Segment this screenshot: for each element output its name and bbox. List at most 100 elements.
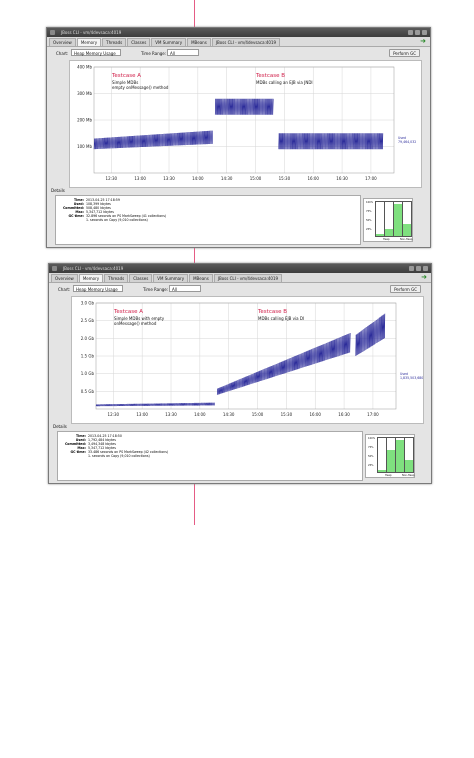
chart-label: Chart: xyxy=(56,51,69,56)
pool-label-non-heap: Non-Heap xyxy=(400,238,413,241)
x-tick-label: 17:00 xyxy=(365,176,377,181)
tab-jboss-cli[interactable]: JBoss CLI - vm/4devsaca:4019 xyxy=(211,38,281,46)
x-tick-label: 13:30 xyxy=(163,176,175,181)
tab-overview[interactable]: Overview xyxy=(51,274,78,282)
pool-fill xyxy=(378,470,386,472)
y-tick-label: 400 Mb xyxy=(77,65,92,70)
tab-overview[interactable]: Overview xyxy=(49,38,76,46)
window-titlebar: JBoss CLI - vm/4devsaca:4019 xyxy=(49,264,431,273)
detail-row-gc-time-2: 1. seconds on Copy (9,010 collections) xyxy=(86,218,148,222)
heap-chart: 100 Mb 200 Mb 300 Mb 400 Mb 12:30 13:00 13:30 1… xyxy=(69,60,422,188)
pool-label-heap: Heap xyxy=(385,474,392,477)
annotation-title: Testcase B xyxy=(257,309,287,315)
x-tick-label: 16:30 xyxy=(338,412,350,417)
perform-gc-button[interactable]: Perform GC xyxy=(389,49,420,57)
pool-fill xyxy=(394,203,402,236)
x-tick-label: 16:30 xyxy=(336,176,348,181)
y-tick-label: 3.0 Gb xyxy=(81,301,95,306)
y-tick-label: 300 Mb xyxy=(77,91,92,96)
pool-bar-non-heap[interactable] xyxy=(402,201,412,237)
y-tick-label: 200 Mb xyxy=(77,118,92,123)
tab-threads[interactable]: Threads xyxy=(104,274,129,282)
x-tick-label: 13:30 xyxy=(165,412,177,417)
perform-gc-button[interactable]: Perform GC xyxy=(390,285,421,293)
details-panel: Time: 2013-04-25 17:18:50 Used: 1,792,484 … xyxy=(57,431,363,481)
time-range-select[interactable]: All xyxy=(167,49,199,56)
tab-jboss-cli[interactable]: JBoss CLI - vm/4devsaca:4019 xyxy=(213,274,283,282)
x-tick-label: 15:30 xyxy=(279,176,291,181)
pool-tick-50: 50% xyxy=(366,219,372,222)
close-icon[interactable] xyxy=(423,266,428,271)
annotation-line: onMessage() method xyxy=(114,321,157,326)
x-tick-label: 12:30 xyxy=(106,176,118,181)
time-range-select[interactable]: All xyxy=(169,285,201,292)
heap-series-line xyxy=(95,402,215,408)
window-title: JBoss CLI - vm/4devsaca:4019 xyxy=(61,30,122,35)
tab-bar: Overview Memory Threads Classes VM Summa… xyxy=(47,37,430,47)
chart-controls: Chart: Heap Memory Usage Time Range: All… xyxy=(49,283,431,295)
chart-label: Chart: xyxy=(58,287,71,292)
pool-bar-non-heap[interactable] xyxy=(404,437,414,473)
pool-tick-25: 25% xyxy=(366,228,372,231)
used-legend-value: 79,464,032 xyxy=(398,140,416,144)
connect-arrow-icon[interactable]: ➜ xyxy=(421,274,427,281)
tab-threads[interactable]: Threads xyxy=(102,38,127,46)
tab-mbeans[interactable]: MBeans xyxy=(187,38,211,46)
x-tick-label: 14:00 xyxy=(194,412,206,417)
x-tick-label: 15:30 xyxy=(281,412,293,417)
used-legend-value: 1,835,503,680 xyxy=(400,376,423,380)
chart-controls: Chart: Heap Memory Usage Time Range: All… xyxy=(47,47,430,59)
pool-label-non-heap: Non-Heap xyxy=(402,474,415,477)
x-tick-label: 15:00 xyxy=(252,412,264,417)
annotation-title: Testcase B xyxy=(255,73,285,79)
pool-fill xyxy=(376,234,384,236)
tab-mbeans[interactable]: MBeans xyxy=(189,274,213,282)
y-tick-label: 2.5 Gb xyxy=(81,318,95,323)
minimize-icon[interactable] xyxy=(408,30,413,35)
time-range-label: Time Range: xyxy=(143,287,169,292)
minimize-icon[interactable] xyxy=(409,266,414,271)
close-icon[interactable] xyxy=(422,30,427,35)
tab-vm-summary[interactable]: VM Summary xyxy=(151,38,187,46)
maximize-icon[interactable] xyxy=(416,266,421,271)
maximize-icon[interactable] xyxy=(415,30,420,35)
x-tick-label: 15:00 xyxy=(250,176,262,181)
heap-series-line xyxy=(278,133,384,150)
pool-fill xyxy=(405,460,413,472)
pool-fill xyxy=(403,224,411,236)
tab-memory[interactable]: Memory xyxy=(78,274,104,282)
pool-tick-75: 75% xyxy=(366,210,372,213)
app-icon xyxy=(52,266,57,271)
pool-fill xyxy=(387,449,395,472)
y-tick-label: 0.5 Gb xyxy=(81,389,95,394)
detail-row-gc-time-2: 1. seconds on Copy (9,010 collections) xyxy=(88,454,150,458)
annotation-line: MDBs calling EJB via DI xyxy=(258,316,304,321)
x-tick-label: 13:00 xyxy=(136,412,148,417)
tab-vm-summary[interactable]: VM Summary xyxy=(153,274,189,282)
tab-classes[interactable]: Classes xyxy=(127,38,151,46)
annotation-line: MDBs calling an EJB via JNDI xyxy=(256,80,313,85)
pool-fill xyxy=(385,229,393,236)
jvisualvm-window-2: JBoss CLI - vm/4devsaca:4019 Overview Me… xyxy=(48,263,432,484)
tab-classes[interactable]: Classes xyxy=(129,274,153,282)
x-tick-label: 16:00 xyxy=(307,176,319,181)
x-tick-label: 14:30 xyxy=(221,176,233,181)
memory-pools-panel: 100% 75% 50% 25% Heap Non-Heap xyxy=(365,434,415,478)
pool-tick-75: 75% xyxy=(368,446,374,449)
annotation-line: empty onMessage() method xyxy=(112,85,169,90)
details-panel: Time: 2013-04-25 17:18:59 Used: 108,399 kb… xyxy=(55,195,361,245)
details-label: Details xyxy=(53,424,67,429)
y-tick-label: 2.0 Gb xyxy=(81,336,95,341)
time-range-label: Time Range: xyxy=(141,51,167,56)
chart-select[interactable]: Heap Memory Usage xyxy=(73,285,123,292)
heap-series-line xyxy=(214,98,274,115)
annotation-title: Testcase A xyxy=(113,309,143,315)
chart-select[interactable]: Heap Memory Usage xyxy=(71,49,121,56)
tab-memory[interactable]: Memory xyxy=(76,38,102,46)
memory-pools-panel: 100% 75% 50% 25% Heap Non-Heap xyxy=(363,198,413,242)
pool-tick-100: 100% xyxy=(368,437,376,440)
x-tick-label: 14:30 xyxy=(223,412,235,417)
x-tick-label: 13:00 xyxy=(134,176,146,181)
pool-label-heap: Heap xyxy=(383,238,390,241)
connect-arrow-icon[interactable]: ➜ xyxy=(420,38,426,45)
